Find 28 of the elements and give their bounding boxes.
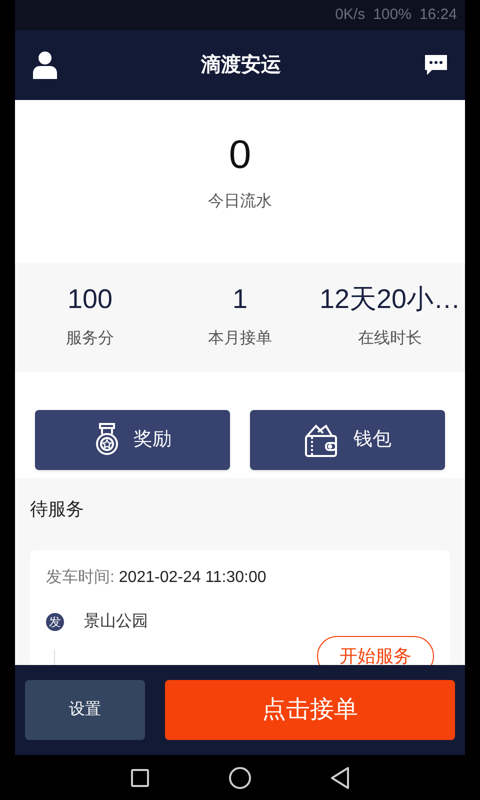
back-icon[interactable] — [331, 766, 349, 788]
home-icon[interactable] — [229, 766, 251, 788]
today-label: 今日流水 — [208, 192, 272, 212]
medal-icon — [94, 423, 120, 457]
network-speed: 0K/s — [335, 4, 366, 25]
start-badge: 发 — [46, 613, 64, 631]
departure-time-label: 发车时间: — [46, 569, 114, 586]
wallet-button[interactable]: 钱包 — [250, 410, 445, 470]
clock: 16:24 — [419, 4, 457, 25]
user-icon[interactable] — [32, 51, 58, 79]
stat-label: 在线时长 — [358, 328, 422, 349]
chat-icon[interactable] — [424, 54, 448, 76]
section-title: 待服务 — [30, 498, 85, 521]
stat-label: 服务分 — [66, 329, 114, 349]
recent-apps-icon[interactable] — [131, 768, 149, 786]
wallet-icon — [304, 422, 340, 458]
stat-label: 本月接单 — [208, 328, 272, 349]
stat-value: 12天20小… — [319, 283, 461, 316]
reward-button[interactable]: 奖励 — [35, 410, 230, 470]
battery-level: 100% — [373, 4, 412, 25]
departure-time: 2021-02-24 11:30:00 — [118, 569, 266, 586]
settings-button[interactable]: 设置 — [25, 680, 145, 740]
start-location: 景山公园 — [84, 612, 148, 632]
today-amount: 0 — [228, 132, 252, 179]
app-title: 滴渡安运 — [201, 52, 281, 78]
stat-value: 100 — [67, 283, 113, 316]
accept-order-button[interactable]: 点击接单 — [165, 680, 455, 740]
stat-value: 1 — [232, 283, 248, 316]
